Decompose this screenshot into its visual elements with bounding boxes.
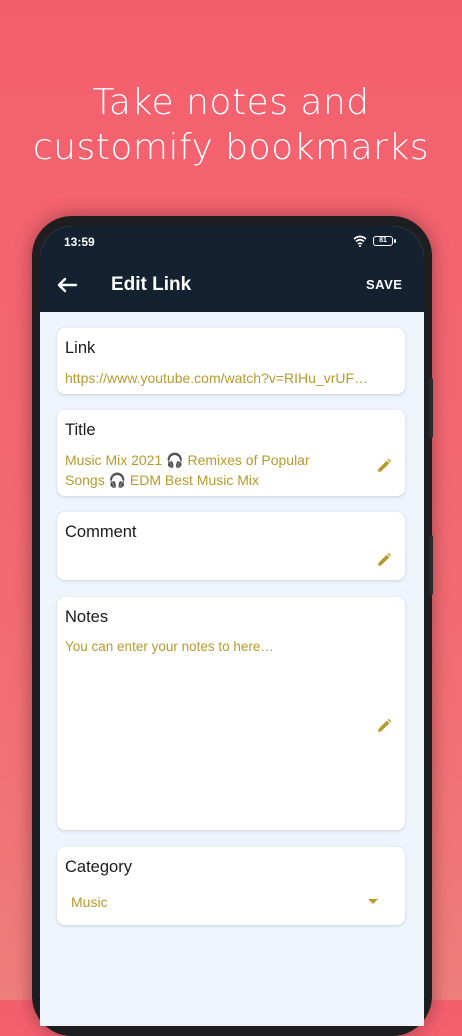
promo-headline: Take notes and customify bookmarks	[0, 80, 462, 170]
link-field[interactable]: https://www.youtube.com/watch?v=RIHu_vrU…	[65, 368, 395, 388]
pencil-icon[interactable]	[376, 552, 392, 568]
dropdown-arrow-icon[interactable]	[367, 898, 379, 906]
comment-label: Comment	[65, 523, 137, 541]
save-button[interactable]: SAVE	[366, 277, 402, 292]
wifi-icon	[353, 235, 367, 247]
notes-label: Notes	[65, 608, 109, 626]
page-title: Edit Link	[111, 274, 192, 295]
comment-card[interactable]: Comment	[57, 512, 405, 580]
promo-headline-line2: customify bookmarks	[32, 127, 430, 168]
title-field[interactable]: Music Mix 2021 🎧 Remixes of Popular Song…	[65, 450, 355, 490]
arrow-left-icon[interactable]	[54, 272, 80, 298]
category-label: Category	[65, 858, 132, 876]
title-value-line2: Songs 🎧 EDM Best Music Mix	[65, 472, 260, 488]
title-label: Title	[65, 421, 96, 439]
pencil-icon[interactable]	[376, 458, 392, 474]
promo-headline-line1: Take notes and	[92, 82, 370, 123]
battery-icon: 81	[373, 236, 396, 246]
pencil-icon[interactable]	[376, 718, 392, 734]
phone-volume-button	[429, 378, 433, 438]
notes-field[interactable]: You can enter your notes to here…	[65, 637, 385, 657]
phone-power-button	[429, 535, 433, 595]
title-value-line1: Music Mix 2021 🎧 Remixes of Popular	[65, 452, 310, 468]
category-select[interactable]: Music	[71, 894, 108, 910]
category-card[interactable]: Category Music	[57, 847, 405, 925]
app-bar: Edit Link SAVE	[40, 258, 424, 312]
link-card[interactable]: Link https://www.youtube.com/watch?v=RIH…	[57, 328, 405, 394]
status-time: 13:59	[64, 235, 95, 249]
link-label: Link	[65, 339, 96, 357]
status-bar: 13:59 81	[40, 226, 424, 258]
title-card[interactable]: Title Music Mix 2021 🎧 Remixes of Popula…	[57, 410, 405, 496]
battery-level: 81	[379, 237, 387, 244]
comment-field[interactable]	[65, 552, 365, 572]
notes-card[interactable]: Notes You can enter your notes to here…	[57, 597, 405, 830]
phone-screen: 13:59 81 Edit Link SAVE Link https://www…	[40, 226, 424, 1026]
